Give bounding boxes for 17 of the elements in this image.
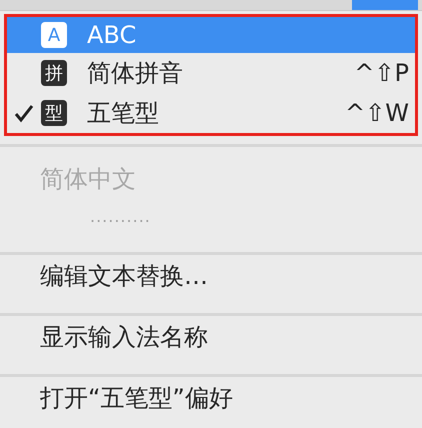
- item-label: ABC: [87, 21, 138, 49]
- menu-bar-highlight: [352, 0, 418, 10]
- item-label: 五笔型: [87, 98, 160, 129]
- keyboard-shortcut: ^⇧W: [345, 99, 409, 127]
- input-source-item[interactable]: 拼 简体拼音 ^⇧P: [7, 53, 415, 93]
- section-header: 简体中文: [40, 164, 137, 195]
- keyboard-shortcut: ^⇧P: [354, 59, 409, 87]
- input-source-item[interactable]: 型 五笔型 ^⇧W: [7, 93, 415, 133]
- menu-item[interactable]: 打开“五笔型”偏好: [0, 369, 422, 427]
- checkmark-icon: [14, 103, 34, 123]
- menu-item[interactable]: 显示输入法名称: [0, 308, 422, 366]
- menu-item[interactable]: 编辑文本替换…: [0, 247, 422, 305]
- dotted-text: ..........: [90, 207, 152, 226]
- input-source-icon: 拼: [41, 60, 67, 86]
- item-label: 简体拼音: [87, 58, 184, 89]
- input-source-icon: 型: [41, 100, 67, 126]
- input-source-icon: A: [41, 22, 67, 48]
